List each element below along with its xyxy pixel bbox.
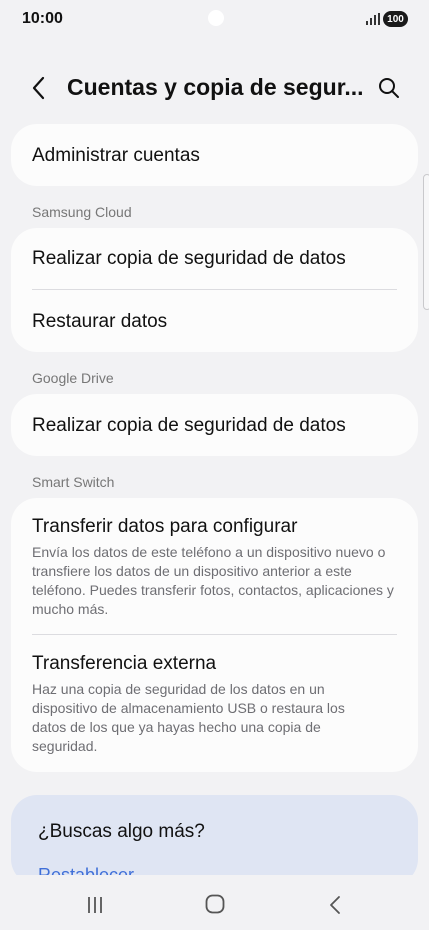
external-transfer-item[interactable]: Transferencia externa Haz una copia de s… — [11, 635, 418, 772]
google-drive-backup-label: Realizar copia de seguridad de datos — [32, 415, 346, 436]
samsung-cloud-backup-label: Realizar copia de seguridad de datos — [32, 248, 346, 269]
looking-for-more-title: ¿Buscas algo más? — [38, 821, 205, 842]
samsung-cloud-header: Samsung Cloud — [32, 204, 132, 220]
status-time: 10:00 — [22, 10, 63, 27]
google-drive-backup-item[interactable]: Realizar copia de seguridad de datos — [11, 394, 418, 456]
samsung-cloud-restore-item[interactable]: Restaurar datos — [11, 290, 418, 352]
home-icon[interactable] — [205, 894, 225, 914]
screen: 10:00 100 Cuentas y copia de segur... Ad… — [0, 0, 429, 930]
camera-cutout — [208, 10, 224, 26]
samsung-cloud-card: Realizar copia de seguridad de datos Res… — [11, 228, 418, 352]
search-icon[interactable] — [377, 76, 401, 100]
manage-accounts-label: Administrar cuentas — [32, 145, 200, 166]
smart-switch-header: Smart Switch — [32, 474, 115, 490]
app-header: Cuentas y copia de segur... — [0, 66, 429, 110]
external-transfer-description: Haz una copia de seguridad de los datos … — [32, 681, 345, 754]
page-title: Cuentas y copia de segur... — [67, 74, 364, 100]
navigation-bar — [0, 875, 429, 930]
google-drive-header: Google Drive — [32, 370, 114, 386]
recents-icon[interactable] — [85, 895, 105, 915]
looking-for-more-card: ¿Buscas algo más? Restablecer — [11, 795, 418, 885]
external-transfer-title: Transferencia externa — [32, 653, 217, 674]
nav-back-icon[interactable] — [327, 894, 343, 916]
accounts-card: Administrar cuentas — [11, 124, 418, 186]
samsung-cloud-restore-label: Restaurar datos — [32, 311, 168, 332]
manage-accounts-item[interactable]: Administrar cuentas — [11, 124, 418, 186]
transfer-data-description: Envía los datos de este teléfono a un di… — [32, 544, 394, 617]
smart-switch-card: Transferir datos para configurar Envía l… — [11, 498, 418, 772]
battery-icon: 100 — [383, 11, 408, 27]
signal-icon — [366, 13, 380, 25]
google-drive-card: Realizar copia de seguridad de datos — [11, 394, 418, 456]
back-arrow-icon[interactable] — [28, 74, 50, 102]
scrollbar[interactable] — [423, 174, 429, 310]
transfer-data-title: Transferir datos para configurar — [32, 516, 298, 537]
samsung-cloud-backup-item[interactable]: Realizar copia de seguridad de datos — [11, 228, 418, 290]
transfer-data-item[interactable]: Transferir datos para configurar Envía l… — [11, 498, 418, 635]
status-bar: 10:00 100 — [0, 0, 429, 40]
